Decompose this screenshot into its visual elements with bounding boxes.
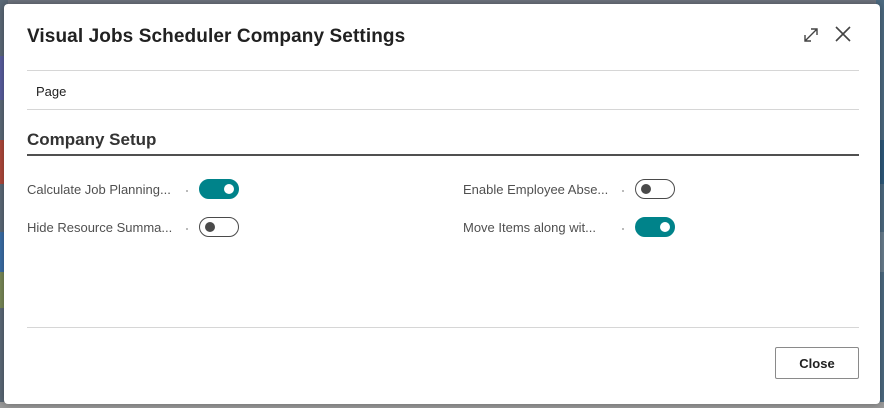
toggle-knob xyxy=(224,184,234,194)
toggle-knob xyxy=(205,222,215,232)
divider xyxy=(27,109,859,110)
toggle-hide-resource-summary[interactable] xyxy=(199,217,239,237)
field-label: Enable Employee Abse... xyxy=(463,182,609,197)
field-separator-dot xyxy=(622,190,624,192)
toggle-knob xyxy=(660,222,670,232)
divider xyxy=(27,70,859,71)
divider xyxy=(27,327,859,328)
toggle-enable-employee-absence[interactable] xyxy=(635,179,675,199)
expand-diagonal-icon[interactable] xyxy=(801,25,821,45)
settings-dialog: Visual Jobs Scheduler Company Settings P… xyxy=(4,4,880,404)
toggle-move-items-along[interactable] xyxy=(635,217,675,237)
field-separator-dot xyxy=(186,190,188,192)
field-label: Calculate Job Planning... xyxy=(27,182,171,197)
close-icon[interactable] xyxy=(833,24,853,44)
field-enable-employee-absence: Enable Employee Abse... xyxy=(463,179,683,201)
toggle-knob xyxy=(641,184,651,194)
field-separator-dot xyxy=(186,228,188,230)
field-move-items-along: Move Items along wit... xyxy=(463,217,683,239)
section-underline xyxy=(27,154,859,156)
section-title: Company Setup xyxy=(27,130,157,149)
field-hide-resource-summary: Hide Resource Summa... xyxy=(27,217,247,239)
field-separator-dot xyxy=(622,228,624,230)
dialog-title: Visual Jobs Scheduler Company Settings xyxy=(27,26,406,47)
action-page-menu[interactable]: Page xyxy=(36,84,66,99)
close-button[interactable]: Close xyxy=(775,347,859,379)
field-label: Hide Resource Summa... xyxy=(27,220,173,235)
field-label: Move Items along wit... xyxy=(463,220,596,235)
field-calculate-job-planning: Calculate Job Planning... xyxy=(27,179,247,201)
toggle-calculate-job-planning[interactable] xyxy=(199,179,239,199)
